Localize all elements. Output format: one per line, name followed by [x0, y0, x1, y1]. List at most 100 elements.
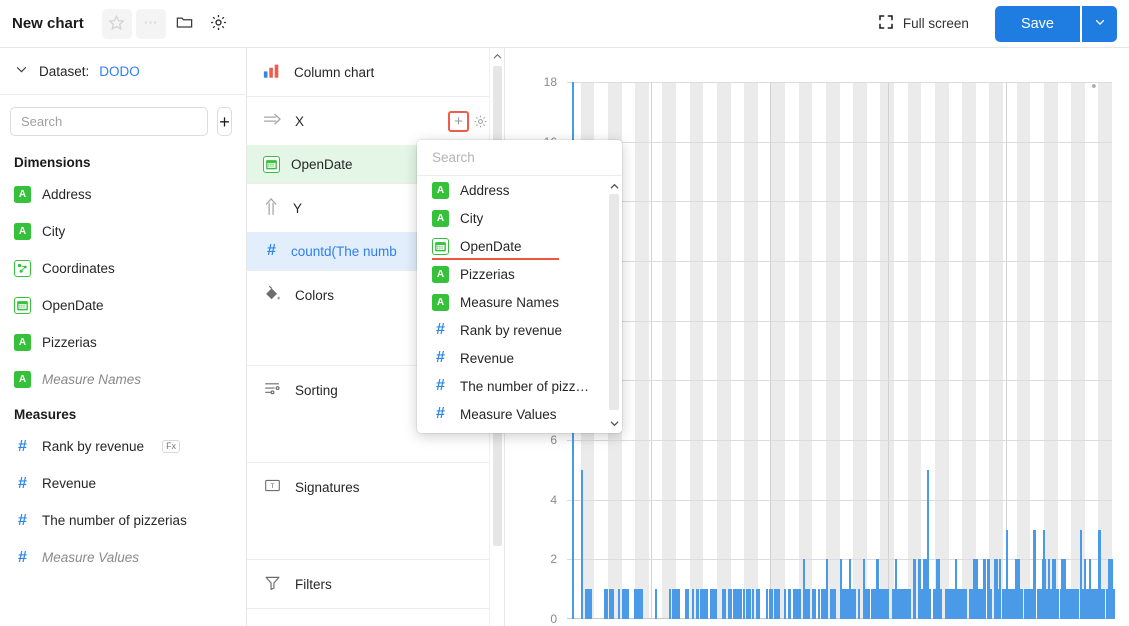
chart-bar — [1052, 559, 1057, 619]
chart-bar — [848, 589, 853, 619]
dropdown-item[interactable]: # Measure Values — [417, 400, 622, 428]
signatures-section: T Signatures — [247, 463, 504, 560]
chart-bar — [793, 589, 796, 619]
chart-bar — [1072, 589, 1075, 619]
save-options-button[interactable] — [1082, 5, 1117, 42]
chart-type-label: Column chart — [294, 64, 375, 80]
add-field-button[interactable]: + — [217, 107, 232, 136]
dropdown-item[interactable]: # Rank by revenue — [417, 316, 622, 344]
chart-bar — [896, 589, 899, 619]
top-toolbar: New chart Full screen Save — [0, 0, 1129, 48]
dataset-name[interactable]: DODO — [99, 64, 140, 79]
y-axis-tick-label: 6 — [550, 433, 557, 447]
chart-bar — [742, 589, 745, 619]
number-field-icon: # — [18, 548, 27, 566]
search-input[interactable] — [10, 107, 208, 136]
chart-bar — [1062, 589, 1066, 619]
field-item[interactable]: A City — [0, 213, 246, 250]
chart-type-selector[interactable]: Column chart — [247, 48, 504, 96]
text-field-icon: A — [14, 371, 31, 388]
chart-bar — [703, 589, 708, 619]
top-right-actions: Full screen Save — [866, 5, 1117, 42]
field-item[interactable]: OpenDate — [0, 287, 246, 324]
field-item-label: The number of pizzerias — [42, 513, 187, 528]
more-actions-button[interactable] — [135, 8, 166, 39]
filters-section-header[interactable]: Filters — [247, 560, 504, 608]
dropdown-item[interactable]: A Measure Names — [417, 288, 622, 316]
number-field-icon: # — [436, 321, 445, 338]
dropdown-item[interactable]: A Pizzerias — [417, 260, 622, 288]
chart-bar — [627, 589, 630, 619]
dropdown-item-label: Pizzerias — [460, 266, 515, 282]
dropdown-item[interactable]: OpenDate — [417, 232, 622, 260]
colors-label: Colors — [295, 287, 335, 303]
save-button[interactable]: Save — [994, 5, 1080, 42]
x-settings-button[interactable] — [473, 114, 488, 129]
dropdown-item-label: Rank by revenue — [460, 322, 563, 338]
chart-bar — [797, 589, 800, 619]
chart-bar — [637, 589, 642, 619]
fullscreen-button[interactable]: Full screen — [866, 8, 981, 39]
x-add-field-button[interactable]: + — [448, 110, 469, 132]
plot-gridline — [567, 201, 1112, 203]
field-item[interactable]: Coordinates — [0, 250, 246, 287]
dataset-selector[interactable]: Dataset: DODO — [0, 48, 246, 95]
chevron-down-icon — [14, 62, 29, 80]
settings-button[interactable] — [204, 9, 234, 39]
move-to-folder-button[interactable] — [170, 9, 200, 39]
favorite-star-button[interactable] — [101, 8, 132, 39]
plot-gridline — [567, 440, 1112, 441]
x-label: X — [295, 113, 305, 129]
dropdown-item-list: A Address A City OpenDate A Pizzerias A Measure … — [417, 176, 622, 433]
field-item-label: City — [42, 224, 66, 239]
chart-bar — [1011, 589, 1016, 619]
chart-bar — [982, 559, 986, 619]
folder-icon — [175, 13, 194, 35]
chart-bar — [1048, 589, 1051, 619]
dropdown-item-label: Revenue — [460, 350, 515, 366]
dropdown-item[interactable]: # The number of pizz… — [417, 372, 622, 400]
field-item[interactable]: # Rank by revenue Fx — [0, 428, 246, 465]
text-box-icon: T — [263, 477, 282, 497]
x-actions: + — [448, 110, 488, 132]
chart-bar — [1024, 589, 1028, 619]
y-label: Y — [293, 200, 303, 216]
chart-bar — [875, 589, 879, 619]
ellipsis-icon — [142, 14, 159, 34]
dropdown-search-input[interactable] — [432, 150, 607, 165]
chart-bar — [671, 589, 674, 619]
field-item[interactable]: A Address — [0, 176, 246, 213]
chart-bar — [871, 589, 873, 619]
text-field-icon: A — [432, 293, 449, 311]
dropdown-item-label: Address — [460, 182, 510, 198]
field-item[interactable]: # Revenue — [0, 465, 246, 502]
dataset-label: Dataset: — [39, 63, 90, 79]
field-item[interactable]: # The number of pizzerias — [0, 502, 246, 539]
chart-bar — [1106, 589, 1110, 619]
plot-band — [1043, 82, 1058, 619]
number-field-icon: # — [18, 511, 27, 529]
arrow-right-icon — [263, 112, 282, 130]
dropdown-item[interactable]: # Revenue — [417, 344, 622, 372]
chart-bar — [918, 589, 922, 619]
chart-bar — [588, 589, 592, 619]
plot-gridline — [567, 320, 1112, 322]
dropdown-item[interactable]: A Address — [417, 176, 622, 204]
field-item[interactable]: A Measure Names — [0, 361, 246, 398]
field-item[interactable]: A Pizzerias — [0, 324, 246, 361]
y-axis-tick-label: 18 — [543, 75, 557, 89]
chart-bar — [1017, 589, 1021, 619]
scroll-up-icon[interactable] — [490, 48, 504, 64]
chart-type-section: Column chart — [247, 48, 504, 97]
signatures-dropzone[interactable] — [247, 511, 504, 559]
signatures-label: Signatures — [295, 479, 360, 495]
number-field-icon: # — [267, 242, 276, 259]
geopoint-icon — [14, 260, 31, 277]
filters-label: Filters — [295, 576, 332, 592]
plot-gridline — [567, 261, 1112, 262]
field-item[interactable]: # Measure Values — [0, 539, 246, 576]
dropdown-item[interactable]: A City — [417, 204, 622, 232]
signatures-section-header[interactable]: T Signatures — [247, 463, 504, 511]
chart-bar — [714, 589, 718, 619]
plot-band — [853, 82, 867, 619]
